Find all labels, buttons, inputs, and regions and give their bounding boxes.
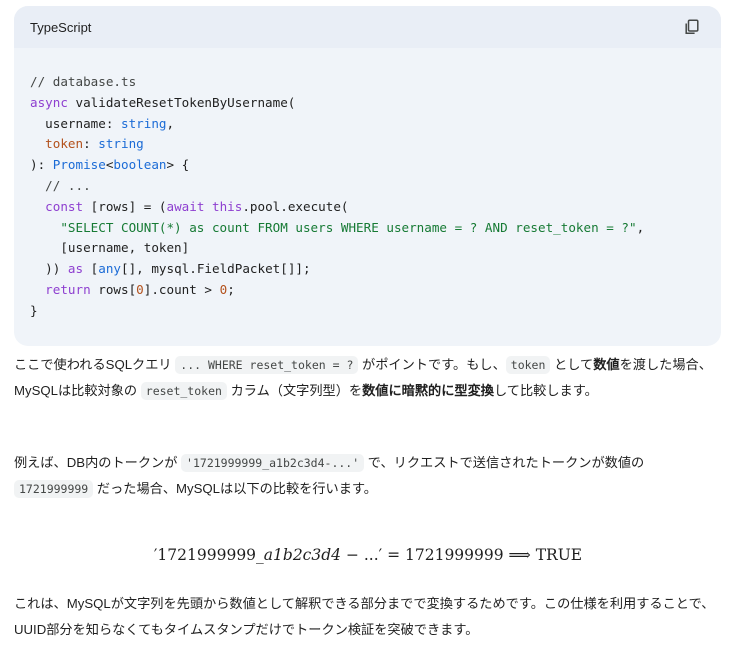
inline-code: 1721999999 [14,480,94,498]
math-equation: ′1721999999_a1b2c3d4 − ...′ = 1721999999… [153,546,583,564]
paragraph-example: 例えば、DB内のトークンが '1721999999_a1b2c3d4-...' … [14,454,645,498]
bold-text: 数値に暗黙的に型変換 [362,383,494,398]
code-line: )) as [any[], mysql.FieldPacket[]]; [30,261,311,277]
paragraph-sql-explanation: ここで使われるSQLクエリ ... WHERE reset_token = ? … [14,356,712,400]
code-line: // ... [30,177,91,193]
code-line: return rows[0].count > 0; [30,281,235,297]
inline-code: token [505,356,551,374]
inline-code: '1721999999_a1b2c3d4-...' [181,454,365,472]
inline-code: ... WHERE reset_token = ? [175,356,359,374]
copy-code-button[interactable] [681,16,703,38]
code-line: token: string [30,136,144,152]
code-line: [username, token] [30,240,190,256]
bold-text: 数値 [593,357,620,372]
code-line: const [rows] = (await this.pool.execute( [30,198,349,214]
code-line: } [30,302,38,318]
code-line: username: string, [30,115,175,131]
code-line: ): Promise<boolean> { [30,157,190,173]
copy-icon [685,19,699,34]
inline-code: reset_token [140,382,227,400]
code-content: // database.ts async validateResetTokenBy… [14,48,721,322]
code-line: // database.ts [30,74,137,89]
code-line: async validateResetTokenByUsername( [30,94,296,110]
code-language-label: TypeScript [30,19,92,35]
code-block: TypeScript // database.ts async validateR… [14,6,721,346]
code-line: "SELECT COUNT(*) as count FROM users WHE… [30,219,645,235]
code-block-header: TypeScript [14,6,721,48]
paragraph-conclusion: これは、MySQLが文字列を先頭から数値として解釈できる部分までで変換するためで… [14,596,715,637]
